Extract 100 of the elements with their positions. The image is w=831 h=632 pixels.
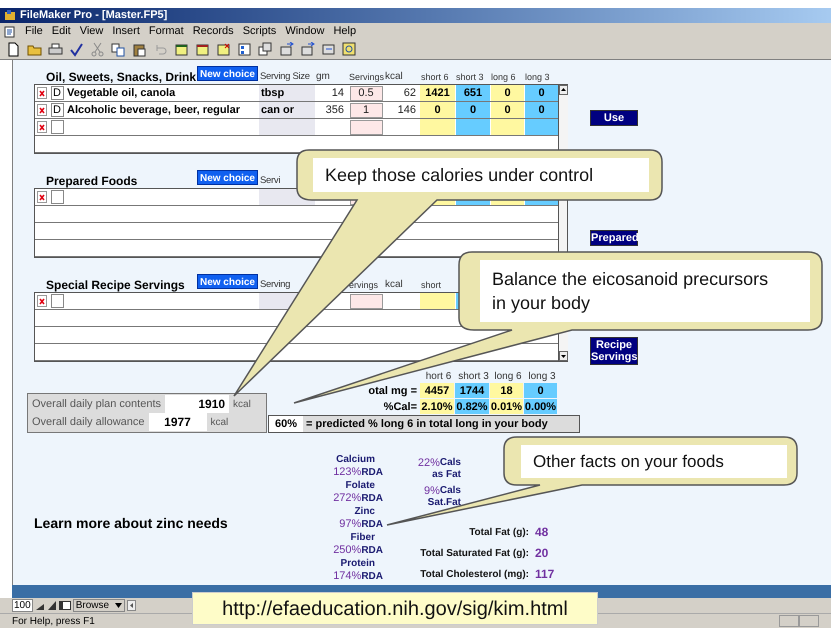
table-cell-text: 14 <box>330 86 345 101</box>
url-caption: http://efaeducation.nih.gov/sig/kim.html <box>192 592 598 625</box>
plan-label: Overall daily allowance <box>32 414 144 430</box>
calorie-label: Sat.Fat <box>428 497 461 509</box>
mode-label: Browse <box>76 600 110 611</box>
percent-value: 250% <box>333 544 362 557</box>
fat-label: Total Fat (g): <box>468 526 529 540</box>
unit-label: RDA <box>361 492 383 505</box>
column-header: kcal <box>385 278 403 292</box>
callout-text: Balance the eicosanoid precursors in your body <box>480 260 810 322</box>
menu-item[interactable]: Scripts <box>242 23 276 40</box>
copy-icon[interactable] <box>111 42 126 57</box>
flag-box[interactable] <box>50 294 64 308</box>
learn-more-link[interactable]: Learn more about zinc needs <box>34 512 321 534</box>
table-cell: 2.10% <box>420 399 454 414</box>
new-choice-button[interactable]: New choice <box>196 274 258 289</box>
printer-icon[interactable] <box>48 42 63 57</box>
menu-item[interactable]: Edit <box>52 23 71 40</box>
fat-value: 117 <box>535 566 554 583</box>
side-nav-button[interactable]: Recipe Servings <box>590 337 638 365</box>
column-header: hort 6 <box>424 371 452 382</box>
column-header: long 6 <box>493 371 523 382</box>
servings-field[interactable] <box>350 120 382 134</box>
window-icon[interactable] <box>216 42 231 57</box>
menu-item[interactable]: Insert <box>112 23 140 40</box>
unit-label: RDA <box>361 466 383 479</box>
table-cell: 0.82% <box>455 399 489 414</box>
section-title: Special Recipe Servings <box>46 277 185 294</box>
column-header: short 3 <box>457 371 490 382</box>
arrows-icon[interactable] <box>300 42 315 57</box>
window-icon[interactable] <box>195 42 210 57</box>
percent-value: 60% <box>269 416 303 432</box>
flag-box[interactable]: D <box>50 103 64 117</box>
column-header: ervings <box>349 279 378 292</box>
table-cell: 1744 <box>455 383 489 398</box>
unit-label: RDA <box>361 570 383 583</box>
column-header: Serving <box>260 278 290 292</box>
percent-value: 9% <box>424 485 440 497</box>
column-header: long 6 <box>491 71 516 84</box>
menu-item[interactable]: Format <box>148 23 184 40</box>
help-icon[interactable] <box>342 42 357 57</box>
table-cell <box>259 119 315 135</box>
mode-dropdown[interactable]: Browse <box>72 599 125 612</box>
table-cell <box>455 119 490 135</box>
percent-value: 123% <box>333 466 362 479</box>
flag-box[interactable] <box>50 120 64 134</box>
side-nav-button[interactable]: Use <box>590 110 638 126</box>
calorie-label: Cals <box>440 457 461 469</box>
delete-icon[interactable] <box>37 104 47 116</box>
fat-value: 48 <box>535 524 548 541</box>
column-header: long 3 <box>525 71 550 84</box>
delete-icon[interactable] <box>37 87 47 99</box>
kcal-value: 1910 <box>165 395 230 413</box>
menu-item[interactable]: Help <box>333 23 356 40</box>
unit-label: RDA <box>361 518 383 531</box>
fat-label: Total Cholesterol (mg): <box>419 568 529 582</box>
servings-field[interactable]: 0.5 <box>350 86 382 100</box>
menu-item[interactable]: File <box>25 23 43 40</box>
table-cell: 0 <box>524 383 557 398</box>
new-choice-button[interactable]: New choice <box>196 170 258 185</box>
table-cell: 0 <box>455 102 490 118</box>
menu-item[interactable]: Records <box>192 23 234 40</box>
spellcheck-icon[interactable] <box>69 42 84 57</box>
window-icon[interactable] <box>174 42 189 57</box>
zoom-level[interactable]: 100 <box>12 599 33 612</box>
column-header: long 3 <box>527 371 557 382</box>
delete-icon[interactable] <box>37 191 47 203</box>
column-header: kcal <box>385 70 403 84</box>
delete-icon[interactable] <box>37 295 47 307</box>
table-cell: 0 <box>524 85 558 101</box>
new-choice-button[interactable]: New choice <box>196 66 258 81</box>
menu-item[interactable]: Window <box>285 23 324 40</box>
table-cell: 18 <box>490 383 523 398</box>
percent-value: 97% <box>339 518 362 531</box>
table-cell: 0.00% <box>524 399 557 414</box>
side-nav-button[interactable]: Prepared <box>590 230 638 246</box>
menu-item[interactable]: View <box>80 23 104 40</box>
layout-icon[interactable] <box>237 42 252 57</box>
percent-value: 272% <box>333 492 362 505</box>
servings-field[interactable] <box>350 294 382 308</box>
table-cell: 0 <box>524 102 558 118</box>
paste-icon[interactable] <box>132 42 147 57</box>
table-cell <box>490 119 524 135</box>
delete-icon[interactable] <box>37 121 47 133</box>
column-header: Servi <box>260 174 280 188</box>
flag-box[interactable] <box>50 190 64 204</box>
percent-value: 174% <box>333 570 362 583</box>
row-label: %Cal= <box>382 400 418 414</box>
stack-icon[interactable] <box>258 42 273 57</box>
flag-box[interactable]: D <box>50 86 64 100</box>
new-document-icon[interactable] <box>6 42 21 57</box>
percent-value: 22% <box>418 457 440 469</box>
nutrient-name: Protein <box>340 558 376 570</box>
arrows-icon[interactable] <box>279 42 294 57</box>
table-cell: 0.01% <box>490 399 523 414</box>
status-panel <box>799 615 819 627</box>
calorie-label: as Fat <box>432 469 461 481</box>
card-icon[interactable] <box>321 42 336 57</box>
servings-field[interactable]: 1 <box>350 102 382 118</box>
nutrient-name: Folate <box>344 480 376 492</box>
